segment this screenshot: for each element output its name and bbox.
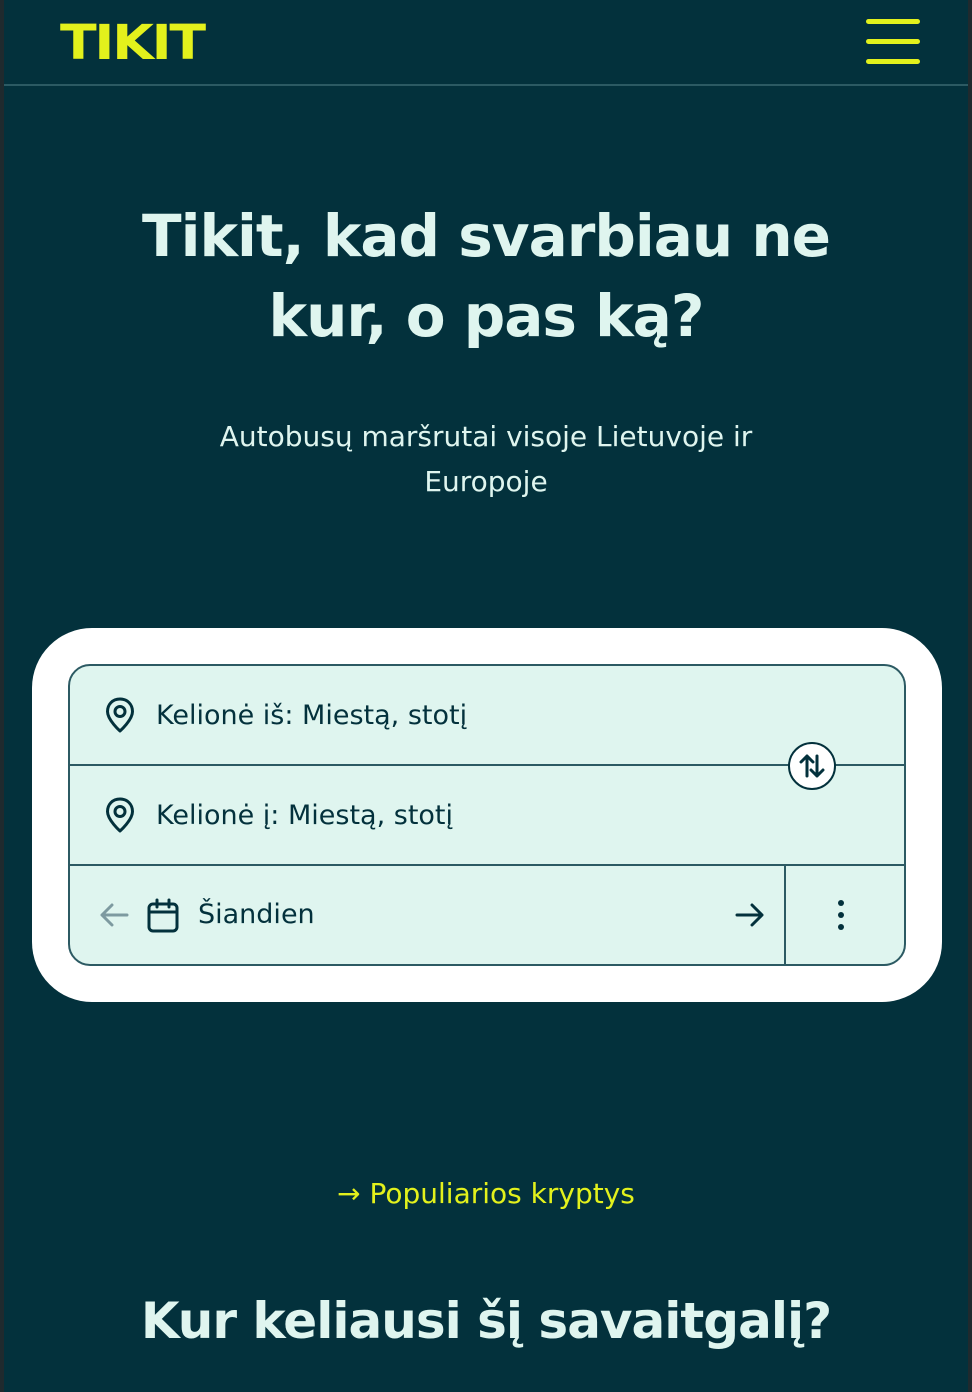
date-row: Šiandien bbox=[70, 866, 904, 964]
menu-bar bbox=[866, 59, 920, 64]
map-pin-icon bbox=[106, 797, 134, 833]
arrow-left-icon[interactable] bbox=[98, 900, 130, 930]
page: TIKIT Tikit, kad svarbiau ne kur, o pas … bbox=[4, 0, 968, 1392]
dot bbox=[838, 900, 844, 906]
hero-title: Tikit, kad svarbiau ne kur, o pas ką? bbox=[142, 202, 831, 350]
popular-routes-link[interactable]: → Populiarios kryptys bbox=[4, 1172, 968, 1216]
date-field[interactable]: Šiandien bbox=[198, 895, 315, 935]
tikit-logo[interactable]: TIKIT bbox=[60, 19, 206, 67]
from-field[interactable]: Kelionė iš: Miestą, stotį bbox=[70, 666, 904, 766]
search-card: Kelionė iš: Miestą, stotį Kelionė į: Mie… bbox=[32, 628, 942, 1002]
dot bbox=[838, 912, 844, 918]
to-field[interactable]: Kelionė į: Miestą, stotį bbox=[70, 766, 904, 866]
divider bbox=[784, 866, 786, 964]
weekend-section-title: Kur keliausi šį savaitgalį? bbox=[140, 1292, 832, 1350]
arrow-right-icon[interactable] bbox=[734, 900, 766, 930]
hero-subtitle: Autobusų maršrutai visoje Lietuvoje ir E… bbox=[219, 420, 753, 498]
site-header: TIKIT bbox=[4, 0, 968, 86]
more-vertical-icon[interactable] bbox=[826, 894, 856, 936]
to-field-placeholder: Kelionė į: Miestą, stotį bbox=[156, 800, 454, 831]
menu-bar bbox=[866, 19, 920, 24]
swap-arrows-icon[interactable] bbox=[788, 742, 836, 790]
from-field-placeholder: Kelionė iš: Miestą, stotį bbox=[156, 700, 468, 731]
calendar-icon bbox=[147, 898, 179, 933]
dot bbox=[838, 924, 844, 930]
hamburger-menu-icon[interactable] bbox=[862, 16, 924, 68]
menu-bar bbox=[866, 39, 920, 44]
search-form: Kelionė iš: Miestą, stotį Kelionė į: Mie… bbox=[68, 664, 906, 966]
map-pin-icon bbox=[106, 697, 134, 733]
